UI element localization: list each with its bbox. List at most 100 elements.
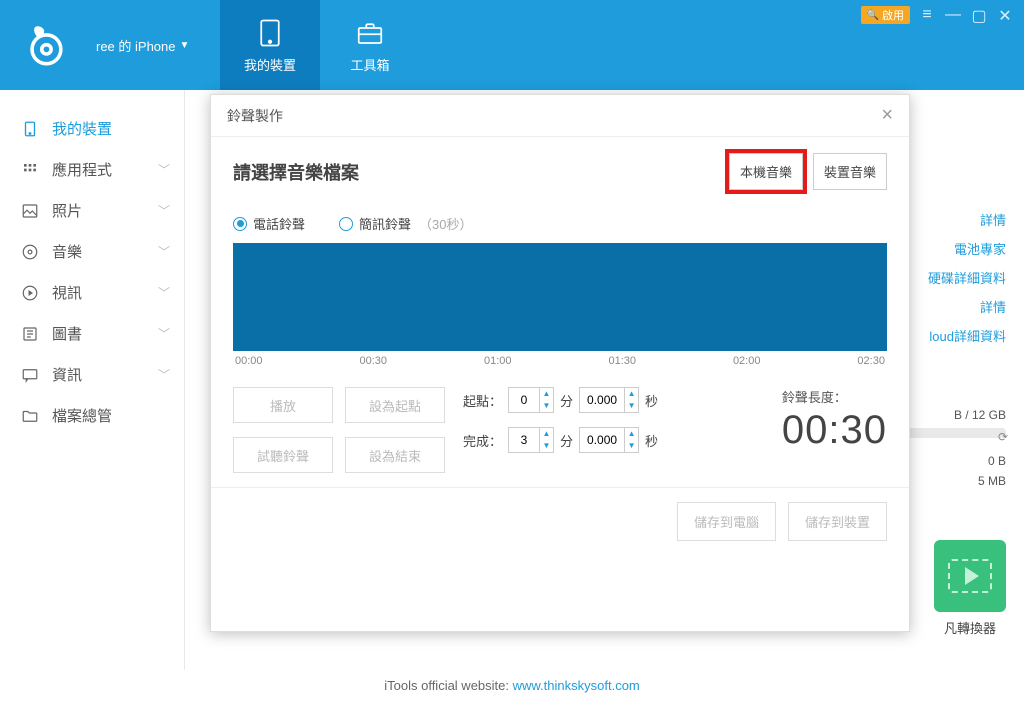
grid-icon — [20, 160, 40, 180]
end-min-input[interactable] — [509, 433, 539, 447]
tab-label: 工具箱 — [350, 55, 389, 74]
tab-toolbox[interactable]: 工具箱 — [320, 0, 420, 90]
unit-sec: 秒 — [645, 391, 658, 410]
sidebar-item-label: 音樂 — [52, 241, 82, 262]
start-min-spinner[interactable]: ▲▼ — [508, 387, 554, 413]
tab-my-device[interactable]: 我的裝置 — [220, 0, 320, 90]
top-tabs: 我的裝置 工具箱 — [220, 0, 420, 90]
radio-phone-ringtone[interactable]: 電話鈴聲 — [233, 214, 305, 233]
start-sec-input[interactable] — [580, 393, 624, 407]
chevron-down-icon: ﹀ — [158, 161, 170, 178]
close-button[interactable]: ✕ — [996, 6, 1014, 26]
maximize-button[interactable]: ▢ — [970, 6, 988, 26]
local-music-button[interactable]: 本機音樂 — [729, 153, 803, 190]
down-icon[interactable]: ▼ — [625, 440, 638, 452]
footer: iTools official website: www.thinkskysof… — [0, 670, 1024, 701]
device-icon — [20, 119, 40, 139]
chevron-down-icon: ﹀ — [158, 284, 170, 301]
radio-sms-ringtone[interactable]: 簡訊鈴聲 （30秒） — [339, 214, 472, 233]
app-logo — [0, 0, 90, 90]
up-icon[interactable]: ▲ — [625, 428, 638, 440]
right-link-list: 詳情 電池專家 硬碟詳細資料 詳情 loud詳細資料 — [896, 210, 1006, 345]
play-circle-icon — [20, 283, 40, 303]
sidebar-item-label: 檔案總管 — [52, 405, 112, 426]
chevron-down-icon: ﹀ — [158, 202, 170, 219]
image-icon — [20, 201, 40, 221]
sidebar-item-video[interactable]: 視訊 ﹀ — [0, 272, 184, 313]
sidebar-item-photo[interactable]: 照片 ﹀ — [0, 190, 184, 231]
set-start-button[interactable]: 設為起點 — [345, 387, 445, 423]
sidebar-item-music[interactable]: 音樂 ﹀ — [0, 231, 184, 272]
ringtone-modal: 鈴聲製作 × 請選擇音樂檔案 本機音樂 裝置音樂 電話鈴聲 簡訊鈴聲 （30秒）… — [210, 94, 910, 632]
link-detail-2[interactable]: 詳情 — [896, 297, 1006, 316]
sidebar-item-label: 應用程式 — [52, 159, 112, 180]
sidebar: 我的裝置 應用程式 ﹀ 照片 ﹀ 音樂 ﹀ 視訊 ﹀ 圖書 ﹀ — [0, 90, 185, 670]
link-cloud-detail[interactable]: loud詳細資料 — [896, 326, 1006, 345]
toolbox-icon — [354, 17, 386, 49]
sidebar-item-explorer[interactable]: 檔案總管 — [0, 395, 184, 436]
link-battery[interactable]: 電池專家 — [896, 239, 1006, 258]
device-music-button[interactable]: 裝置音樂 — [813, 153, 887, 190]
sidebar-item-label: 資訊 — [52, 364, 82, 385]
sidebar-item-device[interactable]: 我的裝置 — [0, 108, 184, 149]
end-sec-input[interactable] — [580, 433, 624, 447]
sidebar-item-apps[interactable]: 應用程式 ﹀ — [0, 149, 184, 190]
save-to-pc-button[interactable]: 儲存到電腦 — [677, 502, 776, 541]
down-icon[interactable]: ▼ — [540, 440, 553, 452]
preview-button[interactable]: 試聽鈴聲 — [233, 437, 333, 473]
time-ticks: 00:00 00:30 01:00 01:30 02:00 02:30 — [233, 355, 887, 367]
sidebar-item-message[interactable]: 資訊 ﹀ — [0, 354, 184, 395]
film-play-icon — [948, 559, 992, 593]
sidebar-item-book[interactable]: 圖書 ﹀ — [0, 313, 184, 354]
footer-link[interactable]: www.thinkskysoft.com — [513, 678, 640, 693]
radio-sub: （30秒） — [419, 214, 472, 233]
end-sec-spinner[interactable]: ▲▼ — [579, 427, 639, 453]
close-icon[interactable]: × — [881, 104, 893, 127]
converter-tile[interactable] — [934, 540, 1006, 612]
set-end-button[interactable]: 設為結束 — [345, 437, 445, 473]
link-disk-detail[interactable]: 硬碟詳細資料 — [896, 268, 1006, 287]
up-icon[interactable]: ▲ — [540, 388, 553, 400]
start-sec-spinner[interactable]: ▲▼ — [579, 387, 639, 413]
unit-min: 分 — [560, 431, 573, 450]
device-name: ree 的 iPhone — [96, 36, 176, 55]
up-icon[interactable]: ▲ — [540, 428, 553, 440]
start-min-input[interactable] — [509, 393, 539, 407]
modal-header: 鈴聲製作 × — [211, 95, 909, 137]
chevron-down-icon: ﹀ — [158, 325, 170, 342]
search-icon: 🔍 — [867, 10, 879, 21]
enable-label: 啟用 — [882, 7, 904, 23]
book-icon — [20, 324, 40, 344]
menu-icon[interactable]: ≡ — [918, 6, 936, 24]
link-detail-1[interactable]: 詳情 — [896, 210, 1006, 229]
bunny-eye-logo-icon — [22, 22, 68, 68]
play-button[interactable]: 播放 — [233, 387, 333, 423]
device-dropdown[interactable]: ree 的 iPhone ▼ — [90, 0, 220, 90]
radio-label: 簡訊鈴聲 — [359, 214, 411, 233]
end-min-spinner[interactable]: ▲▼ — [508, 427, 554, 453]
tick: 02:30 — [857, 355, 885, 367]
unit-min: 分 — [560, 391, 573, 410]
modal-title: 鈴聲製作 — [227, 106, 283, 126]
waveform-area[interactable] — [233, 243, 887, 351]
up-icon[interactable]: ▲ — [625, 388, 638, 400]
down-icon[interactable]: ▼ — [625, 400, 638, 412]
down-icon[interactable]: ▼ — [540, 400, 553, 412]
tick: 01:00 — [484, 355, 512, 367]
minimize-button[interactable]: — — [944, 6, 962, 24]
tick: 00:00 — [235, 355, 263, 367]
converter-label: 凡轉換器 — [934, 618, 1006, 637]
chevron-down-icon: ▼ — [180, 40, 190, 51]
tick: 00:30 — [359, 355, 387, 367]
refresh-icon[interactable]: ⟳ — [998, 430, 1008, 444]
save-to-device-button[interactable]: 儲存到裝置 — [788, 502, 887, 541]
tab-label: 我的裝置 — [244, 55, 296, 74]
chevron-down-icon: ﹀ — [158, 243, 170, 260]
sidebar-item-label: 照片 — [52, 200, 82, 221]
enable-button[interactable]: 🔍 啟用 — [861, 6, 910, 24]
window-controls: 🔍 啟用 ≡ — ▢ ✕ — [861, 0, 1024, 90]
disc-icon — [20, 242, 40, 262]
tick: 01:30 — [608, 355, 636, 367]
folder-icon — [20, 406, 40, 426]
sidebar-item-label: 圖書 — [52, 323, 82, 344]
